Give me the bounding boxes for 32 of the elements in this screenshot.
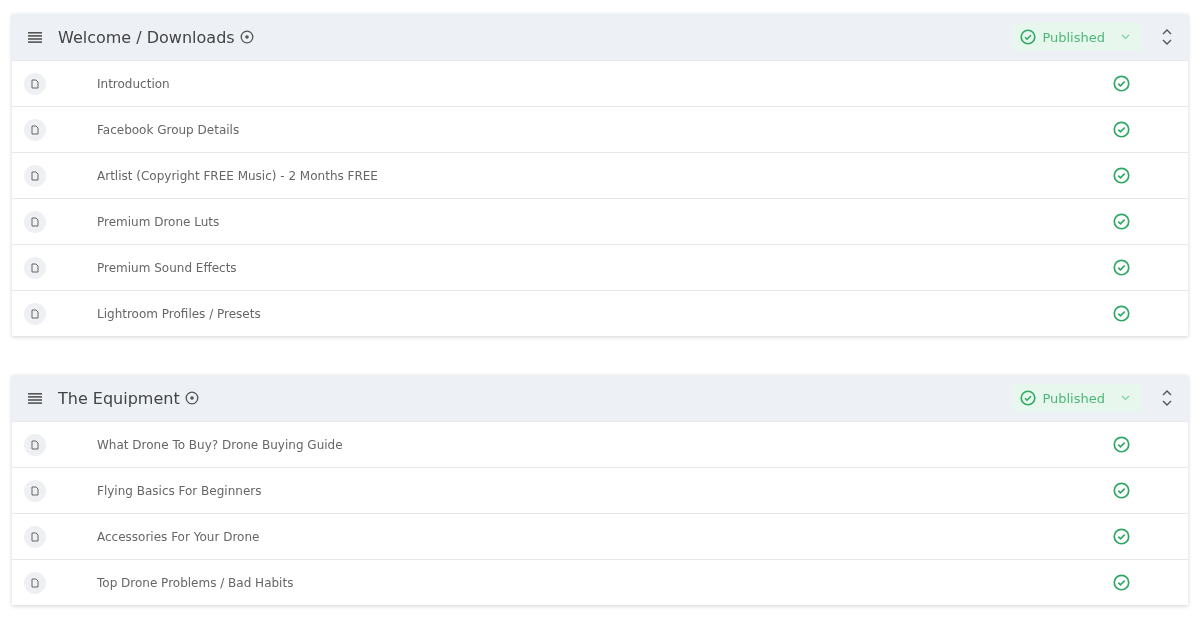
lesson-title[interactable]: Accessories For Your Drone xyxy=(97,529,260,544)
document-icon xyxy=(24,164,46,187)
document-icon xyxy=(24,479,46,502)
document-icon xyxy=(24,433,46,456)
lesson-title[interactable]: Top Drone Problems / Bad Habits xyxy=(97,575,294,590)
document-icon xyxy=(24,210,46,233)
caret-icon xyxy=(1121,395,1130,401)
document-icon xyxy=(24,302,46,325)
section-title: The Equipment xyxy=(58,388,180,408)
check-circle-icon xyxy=(1020,29,1037,45)
expand-collapse-icon[interactable] xyxy=(1162,28,1172,46)
check-circle-icon xyxy=(1020,390,1037,406)
section-title: Welcome / Downloads xyxy=(58,27,235,47)
add-circle-icon[interactable] xyxy=(239,30,254,44)
drag-handle-icon[interactable] xyxy=(28,392,42,404)
expand-collapse-icon[interactable] xyxy=(1162,389,1172,407)
lesson-title[interactable]: Artlist (Copyright FREE Music) - 2 Months FREE xyxy=(97,168,378,183)
caret-icon xyxy=(1121,34,1130,40)
lesson-title[interactable]: Lightroom Profiles / Presets xyxy=(97,306,261,321)
document-icon xyxy=(24,525,46,548)
document-icon xyxy=(24,118,46,141)
lesson-title[interactable]: Premium Sound Effects xyxy=(97,260,237,275)
lesson-title[interactable]: Flying Basics For Beginners xyxy=(97,483,262,498)
document-icon xyxy=(24,571,46,594)
lesson-title[interactable]: What Drone To Buy? Drone Buying Guide xyxy=(97,437,343,452)
document-icon xyxy=(24,256,46,279)
lesson-title[interactable]: Introduction xyxy=(97,76,170,91)
add-circle-icon[interactable] xyxy=(184,391,199,405)
drag-handle-icon[interactable] xyxy=(28,31,42,43)
lesson-title[interactable]: Premium Drone Luts xyxy=(97,214,220,229)
lesson-title[interactable]: Facebook Group Details xyxy=(97,122,240,137)
document-icon xyxy=(24,72,46,95)
